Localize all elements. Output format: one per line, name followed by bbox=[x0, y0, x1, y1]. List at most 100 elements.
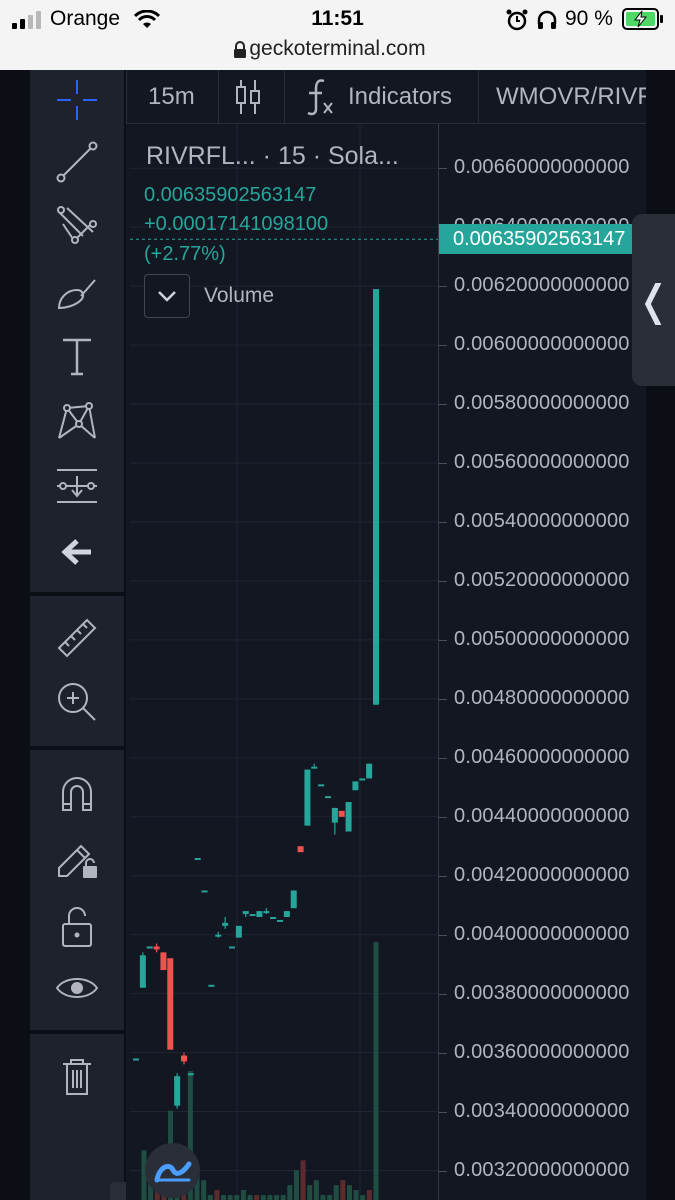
crosshair-icon bbox=[57, 80, 97, 120]
symbol-button[interactable]: WMOVR/RIVF bbox=[496, 70, 646, 123]
ruler-tool-button[interactable] bbox=[30, 608, 124, 668]
price-tick-mark bbox=[439, 580, 447, 582]
price-tick-mark bbox=[439, 1052, 447, 1054]
price-tick-mark bbox=[439, 639, 447, 641]
candle-body bbox=[283, 911, 290, 917]
tool-group-drawing bbox=[30, 70, 124, 592]
volume-collapse-button[interactable] bbox=[144, 274, 190, 318]
lock-pencil-icon bbox=[58, 844, 97, 878]
back-button[interactable] bbox=[30, 522, 124, 582]
volume-bar bbox=[240, 1190, 246, 1200]
candle-body bbox=[297, 846, 304, 853]
indicators-button[interactable]: Indicators bbox=[302, 70, 452, 123]
visibility-button[interactable] bbox=[30, 958, 124, 1018]
pattern-tool-button[interactable] bbox=[30, 392, 124, 452]
brush-tool-button[interactable] bbox=[30, 262, 124, 322]
headphones-icon bbox=[537, 10, 557, 29]
candle-body bbox=[256, 911, 263, 917]
legend-change-percent: (+2.77%) bbox=[144, 243, 226, 265]
toolbar-collapse-button[interactable]: ‹ bbox=[110, 1182, 126, 1200]
candle-body bbox=[373, 289, 379, 705]
candle-body bbox=[222, 922, 229, 926]
price-tick-label: 0.00400000000000 bbox=[454, 922, 630, 945]
magnet-button[interactable] bbox=[30, 764, 124, 824]
candle-body bbox=[153, 946, 160, 950]
zoom-tool-button[interactable] bbox=[30, 672, 124, 732]
measure-tool-button[interactable] bbox=[30, 456, 124, 516]
volume-bar bbox=[360, 1195, 366, 1200]
text-tool-button[interactable] bbox=[30, 326, 124, 386]
candle-body bbox=[146, 946, 153, 949]
pitchfork-tool-button[interactable] bbox=[30, 196, 124, 256]
price-tick-mark bbox=[439, 875, 447, 877]
lock-all-button[interactable] bbox=[30, 896, 124, 956]
price-scale[interactable]: 0.006600000000000.006400000000000.006200… bbox=[438, 124, 646, 1200]
price-tick-label: 0.00480000000000 bbox=[454, 686, 630, 709]
volume-bar bbox=[320, 1195, 326, 1200]
volume-bar bbox=[307, 1185, 313, 1200]
candle-body bbox=[181, 1055, 187, 1062]
volume-bar bbox=[274, 1195, 280, 1200]
candle-body bbox=[235, 925, 242, 938]
measure-lines-icon bbox=[57, 469, 97, 503]
price-tick-label: 0.00520000000000 bbox=[454, 568, 630, 591]
price-tick-mark bbox=[439, 1170, 447, 1172]
price-tick-label: 0.00660000000000 bbox=[454, 156, 630, 179]
alarm-icon bbox=[506, 9, 528, 31]
right-panel-toggle[interactable]: ❬ bbox=[632, 214, 675, 386]
candle-body bbox=[331, 807, 338, 823]
price-tick-label: 0.00340000000000 bbox=[454, 1099, 630, 1122]
url-bar[interactable]: geckoterminal.com bbox=[0, 37, 675, 61]
price-tick-mark bbox=[439, 345, 447, 347]
price-tick-mark bbox=[439, 993, 447, 995]
volume-bar bbox=[373, 942, 379, 1200]
price-tick-label: 0.00620000000000 bbox=[454, 274, 630, 297]
remove-drawings-button[interactable] bbox=[30, 1046, 124, 1106]
price-tick-label: 0.00460000000000 bbox=[454, 745, 630, 768]
volume-indicator-label: Volume bbox=[204, 284, 275, 307]
gecko-logo-icon bbox=[154, 1161, 191, 1182]
volume-bar bbox=[234, 1195, 240, 1200]
candle-body bbox=[208, 984, 215, 987]
volume-bar bbox=[260, 1195, 266, 1200]
divider bbox=[126, 70, 127, 123]
price-tick-mark bbox=[439, 521, 447, 523]
candle-body bbox=[277, 919, 283, 922]
price-tick-mark bbox=[439, 934, 447, 936]
chart-header-toolbar: 15m Indicators WMOVR/RIVF bbox=[126, 70, 646, 124]
interval-button[interactable]: 15m bbox=[148, 70, 195, 123]
drawing-toolbar: ‹ bbox=[0, 70, 126, 1200]
volume-bar bbox=[327, 1195, 333, 1200]
gecko-logo-button[interactable] bbox=[145, 1143, 200, 1198]
volume-bar bbox=[346, 1185, 352, 1200]
price-tick-mark bbox=[439, 1111, 447, 1113]
status-bar: Orange 11:51 90 % geckoterminal.com bbox=[0, 0, 675, 70]
price-tick-label: 0.00580000000000 bbox=[454, 392, 630, 415]
crosshair-tool-button[interactable] bbox=[30, 70, 124, 130]
symbol-legend-title[interactable]: RIVRFL... · 15 · Sola... bbox=[146, 142, 399, 171]
chart-type-button[interactable] bbox=[234, 70, 262, 123]
battery-charging-icon bbox=[622, 8, 663, 30]
price-tick-mark bbox=[439, 816, 447, 818]
volume-bar bbox=[353, 1190, 359, 1200]
battery-percent: 90 % bbox=[565, 7, 613, 30]
price-tick-label: 0.00320000000000 bbox=[454, 1158, 630, 1181]
candle-body bbox=[215, 934, 222, 937]
trend-line-tool-button[interactable] bbox=[30, 132, 124, 192]
candle-body bbox=[242, 911, 249, 915]
volume-bar bbox=[267, 1195, 273, 1200]
volume-bar bbox=[313, 1180, 319, 1200]
magnet-icon bbox=[62, 777, 92, 811]
price-tick-mark bbox=[439, 404, 447, 406]
candle-body bbox=[133, 1058, 139, 1061]
lock-drawings-button[interactable] bbox=[30, 828, 124, 888]
volume-bar bbox=[201, 1180, 207, 1200]
price-tick-label: 0.00560000000000 bbox=[454, 451, 630, 473]
volume-bar bbox=[254, 1195, 260, 1200]
volume-bar bbox=[221, 1195, 227, 1200]
trend-line-icon bbox=[56, 141, 98, 183]
volume-bar bbox=[300, 1160, 306, 1200]
candle-body bbox=[366, 763, 373, 779]
divider bbox=[478, 70, 479, 123]
tool-group-measure bbox=[30, 596, 124, 746]
